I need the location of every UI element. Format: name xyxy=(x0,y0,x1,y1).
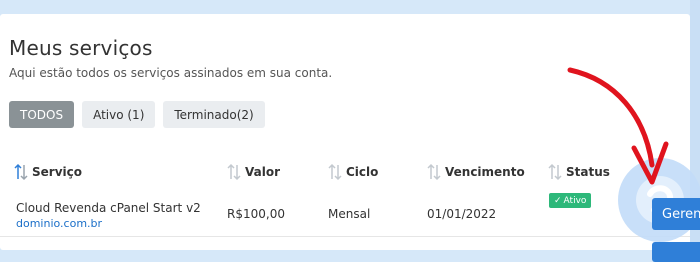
column-header-label: Valor xyxy=(245,165,281,179)
manage-button[interactable]: Gerenciar xyxy=(652,198,700,230)
filter-active-button[interactable]: Ativo (1) xyxy=(82,101,156,128)
sort-icon xyxy=(427,163,441,181)
column-header-label: Ciclo xyxy=(346,165,379,179)
sort-icon xyxy=(328,163,342,181)
filter-all-button[interactable]: TODOS xyxy=(9,101,75,128)
status-badge: ✓ Ativo xyxy=(549,193,592,208)
manage-button-next-row[interactable] xyxy=(652,242,700,262)
column-header-value[interactable]: Valor xyxy=(227,163,280,181)
filter-bar: TODOS Ativo (1) Terminado(2) xyxy=(9,101,265,128)
arrow-annotation-icon xyxy=(567,67,669,185)
status-badge-label: Ativo xyxy=(563,195,587,206)
service-due-date: 01/01/2022 xyxy=(427,207,497,221)
service-cycle: Mensal xyxy=(328,207,371,221)
page-subtitle: Aqui estão todos os serviços assinados e… xyxy=(9,66,333,80)
page-title: Meus serviços xyxy=(9,36,153,60)
service-value: R$100,00 xyxy=(227,207,285,221)
row-divider xyxy=(0,236,690,237)
column-header-service[interactable]: Serviço xyxy=(14,163,82,181)
sort-icon xyxy=(227,163,241,181)
column-header-cycle[interactable]: Ciclo xyxy=(328,163,378,181)
sort-icon xyxy=(14,163,28,181)
service-name: Cloud Revenda cPanel Start v2 xyxy=(16,201,201,215)
filter-terminated-button[interactable]: Terminado(2) xyxy=(163,101,265,128)
check-icon: ✓ xyxy=(554,195,562,206)
service-domain-link[interactable]: dominio.com.br xyxy=(16,217,102,230)
column-header-label: Vencimento xyxy=(445,165,525,179)
column-header-label: Serviço xyxy=(32,165,82,179)
column-header-due[interactable]: Vencimento xyxy=(427,163,525,181)
